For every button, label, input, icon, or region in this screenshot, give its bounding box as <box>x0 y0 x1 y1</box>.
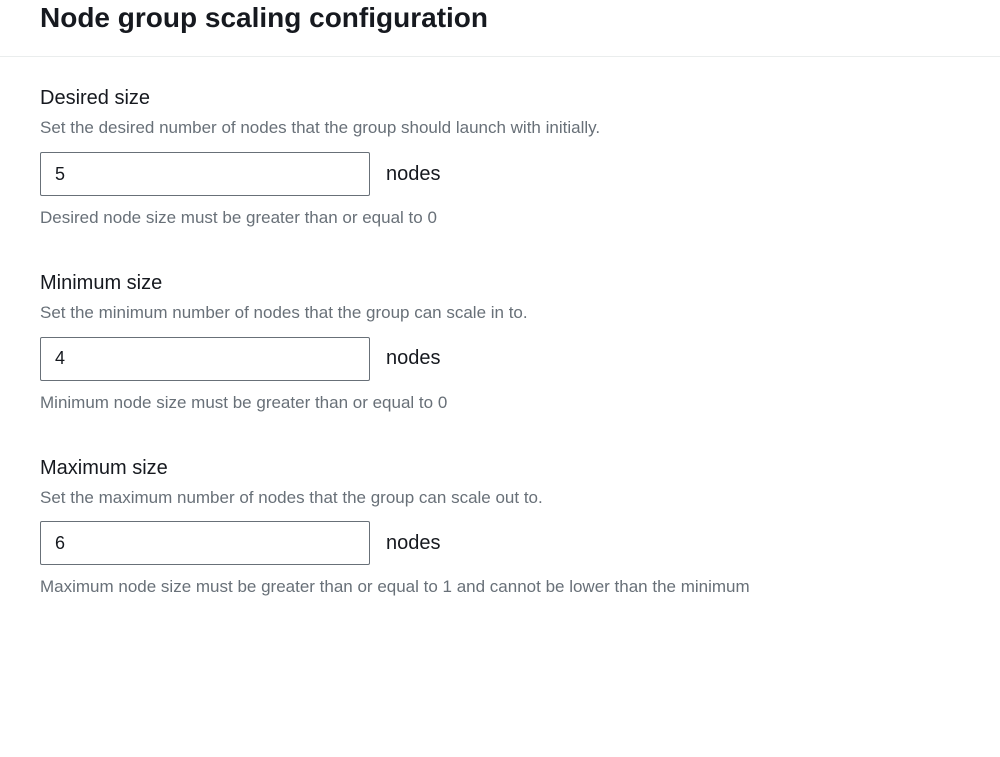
maximum-size-unit: nodes <box>386 532 441 555</box>
maximum-size-label: Maximum size <box>40 457 960 480</box>
page-title: Node group scaling configuration <box>40 0 960 36</box>
maximum-size-input[interactable] <box>40 521 370 565</box>
minimum-size-input[interactable] <box>40 337 370 381</box>
desired-size-field-group: Desired size Set the desired number of n… <box>40 87 960 230</box>
minimum-size-hint: Minimum node size must be greater than o… <box>40 391 960 415</box>
desired-size-unit: nodes <box>386 163 441 186</box>
maximum-size-description: Set the maximum number of nodes that the… <box>40 486 960 510</box>
maximum-size-input-row: nodes <box>40 521 960 565</box>
desired-size-label: Desired size <box>40 87 960 110</box>
minimum-size-field-group: Minimum size Set the minimum number of n… <box>40 272 960 415</box>
maximum-size-hint: Maximum node size must be greater than o… <box>40 575 960 599</box>
form-section: Desired size Set the desired number of n… <box>0 57 1000 599</box>
desired-size-hint: Desired node size must be greater than o… <box>40 206 960 230</box>
page-header: Node group scaling configuration <box>0 0 1000 57</box>
desired-size-input[interactable] <box>40 152 370 196</box>
desired-size-input-row: nodes <box>40 152 960 196</box>
minimum-size-description: Set the minimum number of nodes that the… <box>40 301 960 325</box>
desired-size-description: Set the desired number of nodes that the… <box>40 116 960 140</box>
maximum-size-field-group: Maximum size Set the maximum number of n… <box>40 457 960 600</box>
minimum-size-label: Minimum size <box>40 272 960 295</box>
minimum-size-input-row: nodes <box>40 337 960 381</box>
minimum-size-unit: nodes <box>386 347 441 370</box>
